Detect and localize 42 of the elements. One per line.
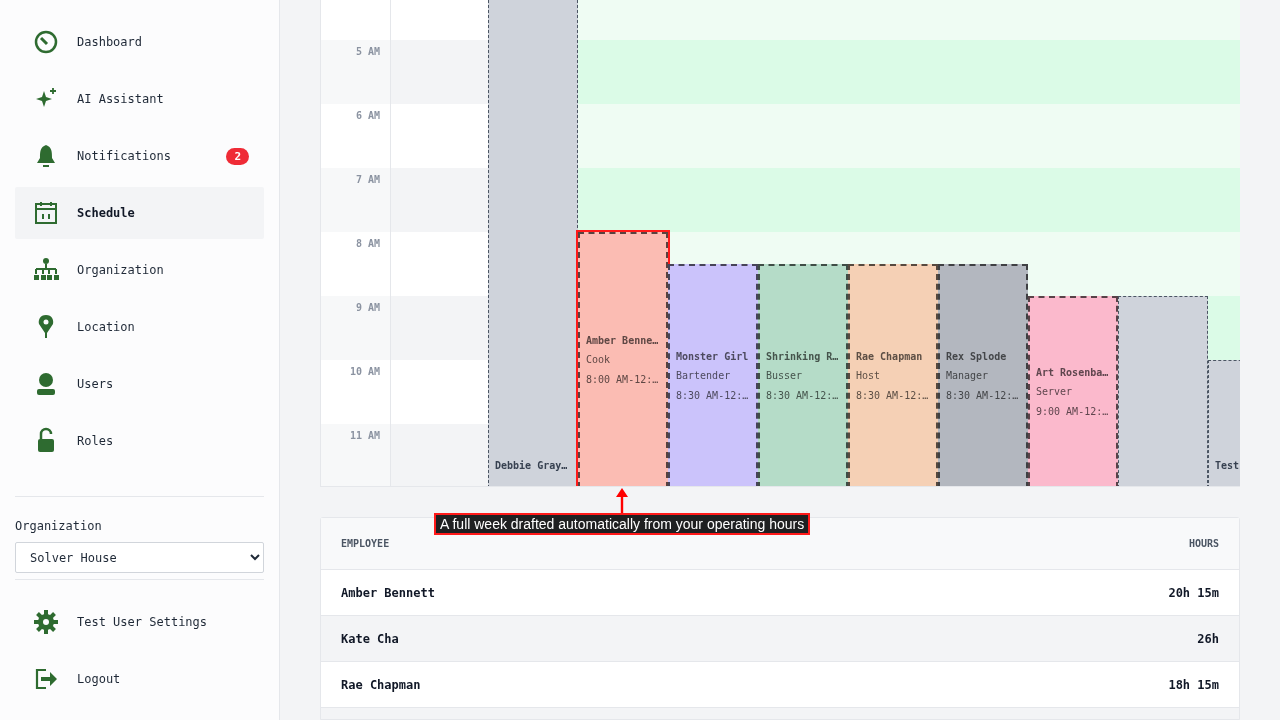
nav-item[interactable]: Notifications 2 [15,130,264,182]
shift-block[interactable]: Art Rosenba… Server 9:00 AM-12:… [1028,296,1118,486]
nav-item[interactable]: Location [15,301,264,353]
time-label: 10 AM [349,366,380,377]
nav-item[interactable]: Test User Settings [15,596,264,648]
annotation-arrow [616,488,629,513]
time-label: 11 AM [349,430,380,441]
nav-item[interactable]: Schedule [15,187,264,239]
time-label: 9 AM [355,302,380,313]
time-label: 6 AM [355,110,380,121]
time-off-block[interactable] [1118,296,1208,486]
organization-label: Organization [15,519,103,533]
table-cell: Rae Chapman [341,677,421,692]
time-label: 8 AM [355,238,380,249]
nav-item[interactable]: Users [15,358,264,410]
settings-icon [32,608,60,636]
column-header: HOURS [1188,538,1219,549]
nav-item[interactable]: Logout [15,653,264,705]
shift-block[interactable]: Rae Chapman Host 8:30 AM-12:… [848,264,938,486]
time-off-block[interactable]: Test [1208,360,1240,486]
organization-select[interactable]: Solver House [15,542,264,573]
table-cell: Amber Bennett [341,585,435,600]
nav-item[interactable]: Organization [15,244,264,296]
time-label: 5 AM [355,46,380,57]
time-label: 7 AM [355,174,380,185]
calendar-icon [32,199,60,227]
table-cell: Kate Cha [341,631,399,646]
dashboard-icon [32,28,60,56]
table-cell: 20h 15m [1168,585,1219,600]
shift-block[interactable]: Shrinking R… Busser 8:30 AM-12:… [758,264,848,486]
nav-item[interactable]: AI Assistant [15,73,264,125]
shift-block[interactable]: Rex Splode Manager 8:30 AM-12:… [938,264,1028,486]
table-cell: 26h [1197,631,1219,646]
shift-block[interactable]: Amber Benne… Cook 8:00 AM-12:… [578,232,668,486]
table-cell: 18h 15m [1168,677,1219,692]
annotation-label: A full week drafted automatically from your operating hours [434,513,811,535]
shift-block[interactable]: Monster Girl Bartender 8:30 AM-12:… [668,264,758,486]
time-off-block[interactable]: Debbie Gray… [488,0,578,486]
column-header: EMPLOYEE [341,538,390,549]
nav-item[interactable]: Roles [15,415,264,467]
nav-item[interactable]: Dashboard [15,16,264,68]
notification-badge: 2 [226,147,249,165]
